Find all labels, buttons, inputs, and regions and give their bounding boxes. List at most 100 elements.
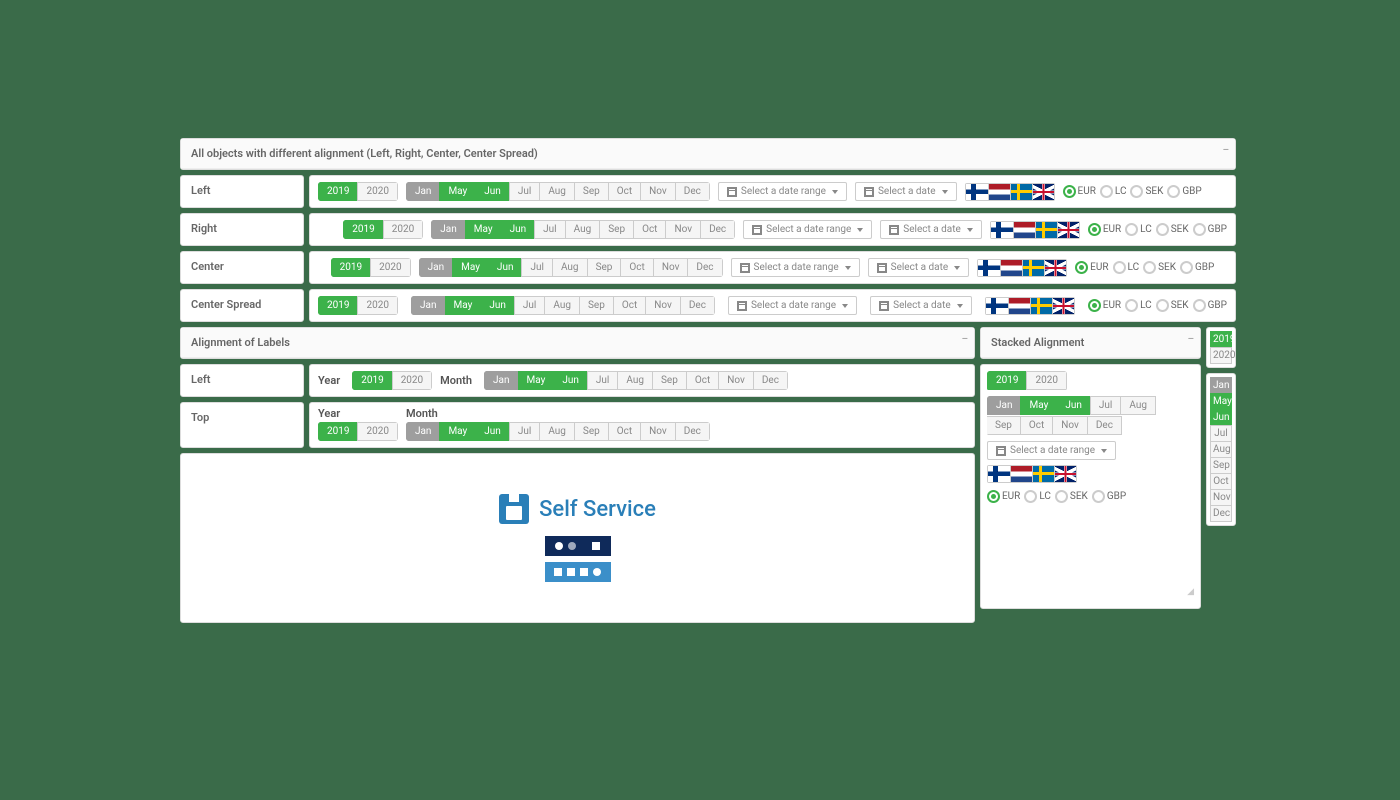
month-btn[interactable]: Jan [406,422,440,441]
month-btn[interactable]: May [439,182,476,201]
radio-lc[interactable]: LC [1125,299,1152,312]
month-btn[interactable]: Aug [565,220,601,239]
month-btn[interactable]: May [445,296,482,315]
month-btn[interactable]: Sep [579,296,614,315]
month-btn[interactable]: Aug [552,258,588,277]
year-btn-2020[interactable]: 2020 [392,371,432,390]
month-btn[interactable]: May [439,422,476,441]
month-btn[interactable]: Dec [675,422,710,441]
year-btn-2019[interactable]: 2019 [352,371,392,390]
resize-handle-icon[interactable]: ◢ [1187,587,1194,597]
month-btn[interactable]: Jun [475,422,510,441]
flag-gb[interactable] [1032,184,1054,200]
year-btn-2019[interactable]: 2019 [331,258,371,277]
radio-lc[interactable]: LC [1024,490,1051,503]
month-btn[interactable]: Jun [1210,409,1232,426]
date-range-dropdown[interactable]: Select a date range [987,441,1116,460]
flag-nl[interactable] [1013,222,1035,238]
radio-eur[interactable]: EUR [1088,299,1121,312]
radio-lc[interactable]: LC [1100,185,1127,198]
month-btn[interactable]: Aug [539,182,575,201]
year-btn-2019[interactable]: 2019 [1210,331,1232,348]
flag-fi[interactable] [978,260,1000,276]
month-btn[interactable]: Nov [1210,489,1232,506]
month-btn[interactable]: Jul [509,422,540,441]
flag-gb[interactable] [1054,466,1076,482]
date-range-dropdown[interactable]: Select a date range [731,258,860,277]
collapse-icon[interactable]: – [1223,145,1229,156]
flag-gb[interactable] [1044,260,1066,276]
month-btn[interactable]: Jun [553,371,588,390]
month-btn[interactable]: Sep [574,422,609,441]
radio-sek[interactable]: SEK [1143,261,1176,274]
radio-gbp[interactable]: GBP [1193,299,1227,312]
radio-lc[interactable]: LC [1113,261,1140,274]
date-range-dropdown[interactable]: Select a date range [728,296,857,315]
month-btn[interactable]: Jan [419,258,453,277]
flag-nl[interactable] [1008,298,1030,314]
flag-fi[interactable] [991,222,1013,238]
month-btn[interactable]: Jun [475,182,510,201]
month-btn[interactable]: Jul [1210,425,1232,442]
flag-fi[interactable] [986,298,1008,314]
flag-nl[interactable] [988,184,1010,200]
date-dropdown[interactable]: Select a date [868,258,970,277]
month-btn[interactable]: Jul [509,182,540,201]
flag-gb[interactable] [1057,222,1079,238]
date-dropdown[interactable]: Select a date [880,220,982,239]
month-btn[interactable]: Dec [1087,416,1122,435]
year-btn-2020[interactable]: 2020 [357,182,397,201]
month-btn[interactable]: Nov [718,371,754,390]
year-btn-2019[interactable]: 2019 [343,220,383,239]
month-btn[interactable]: Sep [587,258,622,277]
month-btn[interactable]: Sep [1210,457,1232,474]
month-btn[interactable]: Nov [640,422,676,441]
flag-se[interactable] [1022,260,1044,276]
month-btn[interactable]: Nov [1052,416,1088,435]
month-btn[interactable]: Sep [599,220,634,239]
year-btn-2020[interactable]: 2020 [357,296,397,315]
radio-eur[interactable]: EUR [1075,261,1108,274]
month-btn[interactable]: Jan [431,220,465,239]
date-range-dropdown[interactable]: Select a date range [718,182,847,201]
flag-se[interactable] [1010,184,1032,200]
month-btn[interactable]: Jan [484,371,518,390]
radio-gbp[interactable]: GBP [1180,261,1214,274]
flag-gb[interactable] [1052,298,1074,314]
month-btn[interactable]: Jul [514,296,545,315]
year-btn-2019[interactable]: 2019 [318,296,358,315]
month-btn[interactable]: Nov [645,296,681,315]
year-btn-2019[interactable]: 2019 [318,422,358,441]
radio-sek[interactable]: SEK [1156,299,1189,312]
radio-eur[interactable]: EUR [1063,185,1096,198]
flag-se[interactable] [1032,466,1054,482]
month-btn[interactable]: Aug [1120,396,1156,415]
month-btn[interactable]: Jan [987,396,1021,415]
radio-lc[interactable]: LC [1125,223,1152,236]
month-btn[interactable]: Oct [686,371,719,390]
month-btn[interactable]: Jul [587,371,618,390]
month-btn[interactable]: Oct [608,182,641,201]
month-btn[interactable]: Oct [620,258,653,277]
radio-eur[interactable]: EUR [1088,223,1121,236]
radio-gbp[interactable]: GBP [1167,185,1201,198]
month-btn[interactable]: Oct [1020,416,1053,435]
month-btn[interactable]: Jan [406,182,440,201]
month-btn[interactable]: Oct [613,296,646,315]
month-btn[interactable]: Jun [480,296,515,315]
month-btn[interactable]: Aug [539,422,575,441]
radio-gbp[interactable]: GBP [1193,223,1227,236]
month-btn[interactable]: Aug [1210,441,1232,458]
flag-se[interactable] [1035,222,1057,238]
month-btn[interactable]: May [518,371,555,390]
month-btn[interactable]: Dec [675,182,710,201]
collapse-icon[interactable]: – [962,334,968,345]
flag-fi[interactable] [988,466,1010,482]
month-btn[interactable]: Sep [652,371,687,390]
radio-sek[interactable]: SEK [1055,490,1088,503]
month-btn[interactable]: Dec [680,296,715,315]
radio-sek[interactable]: SEK [1156,223,1189,236]
month-btn[interactable]: Dec [753,371,788,390]
collapse-icon[interactable]: – [1188,334,1194,345]
month-btn[interactable]: Jan [1210,377,1232,394]
